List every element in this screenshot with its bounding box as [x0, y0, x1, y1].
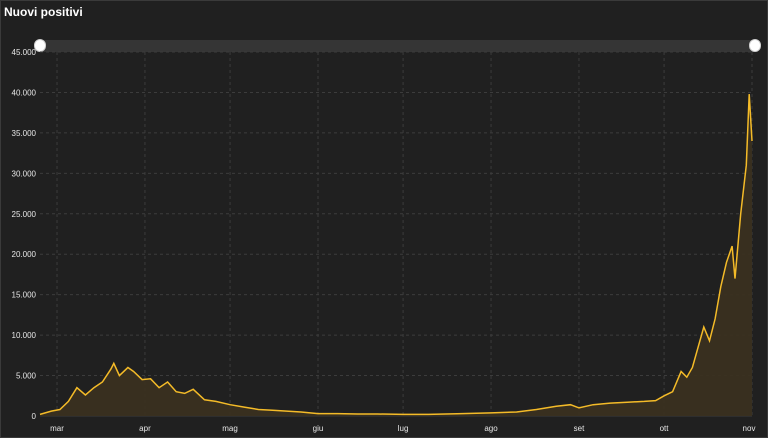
y-tick-label: 25.000 [12, 210, 37, 219]
x-tick-label: giu [313, 424, 324, 433]
y-tick-label: 35.000 [12, 129, 37, 138]
area-fill [40, 94, 752, 416]
y-tick-label: 40.000 [12, 88, 37, 97]
x-tick-label: mag [222, 424, 238, 433]
y-tick-label: 10.000 [12, 331, 37, 340]
x-tick-label: nov [743, 424, 756, 433]
x-tick-label: lug [398, 424, 409, 433]
y-tick-label: 45.000 [12, 48, 37, 57]
chart-plot: 0 5.000 10.000 15.000 20.000 25.000 30.000 35.0… [12, 48, 756, 433]
x-tick-label: mar [50, 424, 64, 433]
y-tick-label: 15.000 [12, 291, 37, 300]
y-tick-label: 0 [32, 412, 37, 421]
x-tick-label: apr [139, 424, 151, 433]
y-tick-label: 20.000 [12, 250, 37, 259]
x-tick-label: set [574, 424, 585, 433]
x-tick-label: ott [660, 424, 670, 433]
x-tick-label: ago [484, 424, 498, 433]
y-tick-label: 30.000 [12, 169, 37, 178]
y-tick-label: 5.000 [16, 372, 37, 381]
